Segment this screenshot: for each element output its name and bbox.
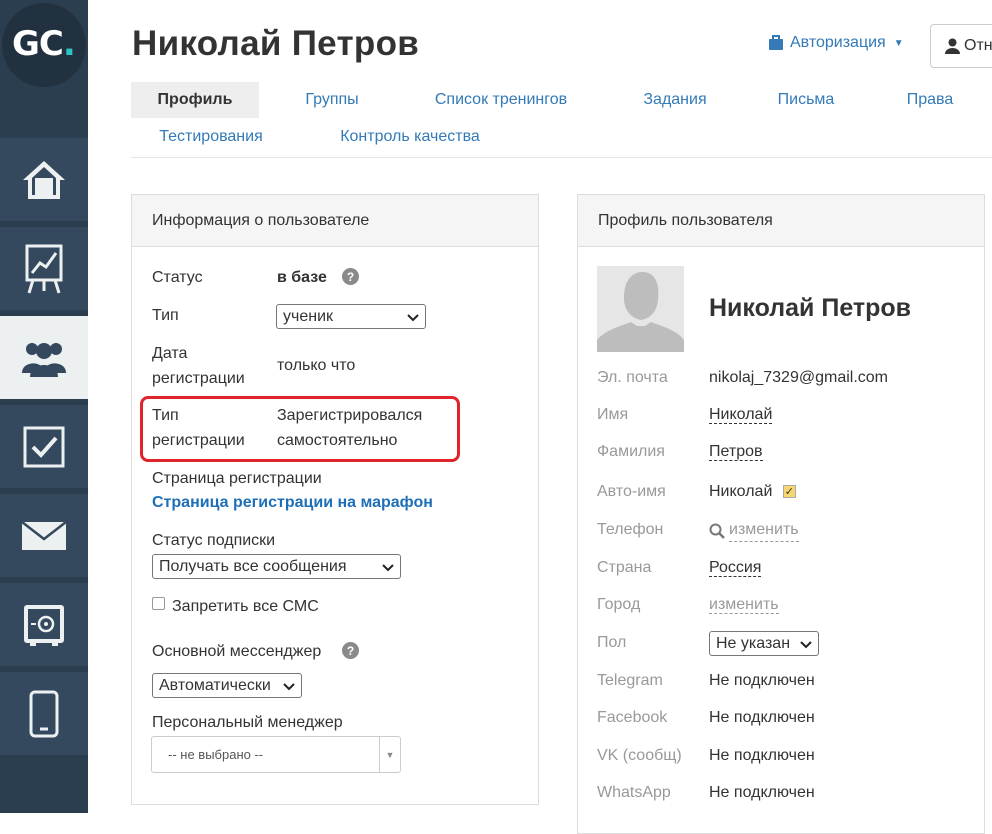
- messenger-select[interactable]: Автоматически: [152, 673, 302, 698]
- tab-rights[interactable]: Права: [896, 82, 964, 118]
- highlight-box: [140, 396, 460, 462]
- mobile-icon: [29, 690, 59, 737]
- gender-select[interactable]: Не указан: [709, 631, 819, 656]
- help-icon[interactable]: ?: [342, 268, 359, 285]
- vk-value: Не подключен: [709, 747, 815, 764]
- city-edit-link[interactable]: изменить: [709, 596, 779, 614]
- top-action-label: Отн: [964, 37, 992, 54]
- ban-sms-label: Запретить все СМС: [172, 598, 319, 615]
- whatsapp-label: WhatsApp: [597, 784, 671, 801]
- gender-label: Пол: [597, 634, 627, 651]
- type-label: Тип: [152, 307, 179, 324]
- sidebar: GC.: [0, 0, 88, 813]
- caret-down-icon: ▼: [893, 37, 904, 49]
- tabs-divider: [131, 157, 992, 158]
- chevron-down-icon: [800, 640, 812, 648]
- country-label: Страна: [597, 559, 652, 576]
- reg-page-label: Страница регистрации: [152, 470, 322, 487]
- manager-select[interactable]: -- не выбрано -- ▼: [151, 736, 401, 773]
- subscription-label: Статус подписки: [152, 532, 276, 549]
- tab-tasks[interactable]: Задания: [630, 82, 720, 118]
- facebook-value: Не подключен: [709, 709, 815, 726]
- user-info-panel-title: Информация о пользователе: [132, 195, 538, 247]
- telegram-label: Telegram: [597, 672, 663, 689]
- subscription-select-value: Получать все сообщения: [159, 557, 347, 575]
- reg-date-value: только что: [277, 357, 356, 374]
- briefcase-icon: [769, 35, 783, 50]
- avatar[interactable]: [597, 266, 684, 352]
- profile-name: Николай Петров: [709, 294, 912, 322]
- chevron-down-icon: [283, 682, 295, 690]
- status-value: в базе: [277, 269, 327, 286]
- home-icon: [23, 160, 65, 199]
- logo[interactable]: GC.: [0, 0, 88, 92]
- whatsapp-value: Не подключен: [709, 784, 815, 801]
- search-icon: [709, 523, 725, 539]
- sidebar-item-sales[interactable]: [0, 580, 88, 666]
- facebook-label: Facebook: [597, 709, 668, 726]
- sidebar-item-tasks[interactable]: [0, 402, 88, 488]
- tab-testing[interactable]: Тестирования: [146, 119, 276, 155]
- tab-letters[interactable]: Письма: [766, 82, 846, 118]
- sidebar-item-home[interactable]: [0, 135, 88, 221]
- page-title: Николай Петров: [132, 24, 420, 63]
- sidebar-item-messages[interactable]: [0, 491, 88, 577]
- messenger-label: Основной мессенджер: [152, 643, 322, 660]
- tab-quality-control[interactable]: Контроль качества: [326, 119, 494, 155]
- sidebar-item-mobile[interactable]: [0, 669, 88, 755]
- mail-icon: [21, 520, 67, 550]
- subscription-select[interactable]: Получать все сообщения: [152, 554, 401, 579]
- phone-edit-link[interactable]: изменить: [729, 519, 799, 542]
- vk-label: VK (сообщ): [597, 747, 682, 764]
- first-name-label: Имя: [597, 406, 629, 423]
- status-label: Статус: [152, 269, 203, 286]
- reg-date-label-2: регистрации: [152, 370, 245, 387]
- chevron-down-icon: [407, 313, 419, 321]
- type-select[interactable]: ученик: [276, 304, 426, 329]
- chart-board-icon: [25, 244, 63, 293]
- first-name-value[interactable]: Николай: [709, 406, 773, 424]
- sidebar-item-statistics[interactable]: [0, 224, 88, 310]
- sidebar-item-users[interactable]: [0, 313, 88, 399]
- phone-label: Телефон: [597, 521, 664, 538]
- gender-select-value: Не указан: [716, 634, 791, 652]
- auth-label: Авторизация: [790, 34, 886, 51]
- tab-trainings[interactable]: Список тренингов: [420, 82, 582, 118]
- reg-page-link[interactable]: Страница регистрации на марафон: [152, 494, 433, 512]
- auth-dropdown[interactable]: Авторизация ▼: [768, 34, 904, 52]
- telegram-value: Не подключен: [709, 672, 815, 689]
- user-profile-panel-title: Профиль пользователя: [578, 195, 984, 247]
- type-select-value: ученик: [283, 307, 334, 325]
- manager-select-value: -- не выбрано --: [168, 747, 264, 762]
- city-label: Город: [597, 596, 641, 613]
- email-value: nikolaj_7329@gmail.com: [709, 369, 888, 386]
- user-silhouette-icon: [597, 266, 684, 352]
- manager-label: Персональный менеджер: [152, 714, 343, 731]
- email-label: Эл. почта: [597, 369, 668, 386]
- tab-profile[interactable]: Профиль: [131, 82, 259, 118]
- last-name-value[interactable]: Петров: [709, 443, 763, 461]
- checkbox-icon: [23, 426, 65, 467]
- ban-sms-checkbox[interactable]: [152, 597, 165, 610]
- auto-name-label: Авто-имя: [597, 483, 666, 500]
- chevron-down-icon: [382, 563, 394, 571]
- last-name-label: Фамилия: [597, 443, 665, 460]
- top-action-button[interactable]: Отн: [930, 24, 992, 68]
- help-icon[interactable]: ?: [342, 642, 359, 659]
- tab-groups[interactable]: Группы: [290, 82, 374, 118]
- safe-icon: [24, 604, 64, 646]
- reg-date-label: Дата: [152, 345, 188, 362]
- auto-name-value: Николай: [709, 483, 773, 500]
- caret-down-icon: ▼: [379, 737, 400, 772]
- logo-text: GC: [12, 24, 64, 64]
- auto-name-checkbox[interactable]: ✓: [782, 485, 796, 499]
- user-icon: [945, 38, 960, 54]
- logo-dot: .: [62, 24, 76, 64]
- country-value[interactable]: Россия: [709, 559, 762, 577]
- messenger-select-value: Автоматически: [159, 676, 271, 694]
- users-icon: [22, 342, 66, 377]
